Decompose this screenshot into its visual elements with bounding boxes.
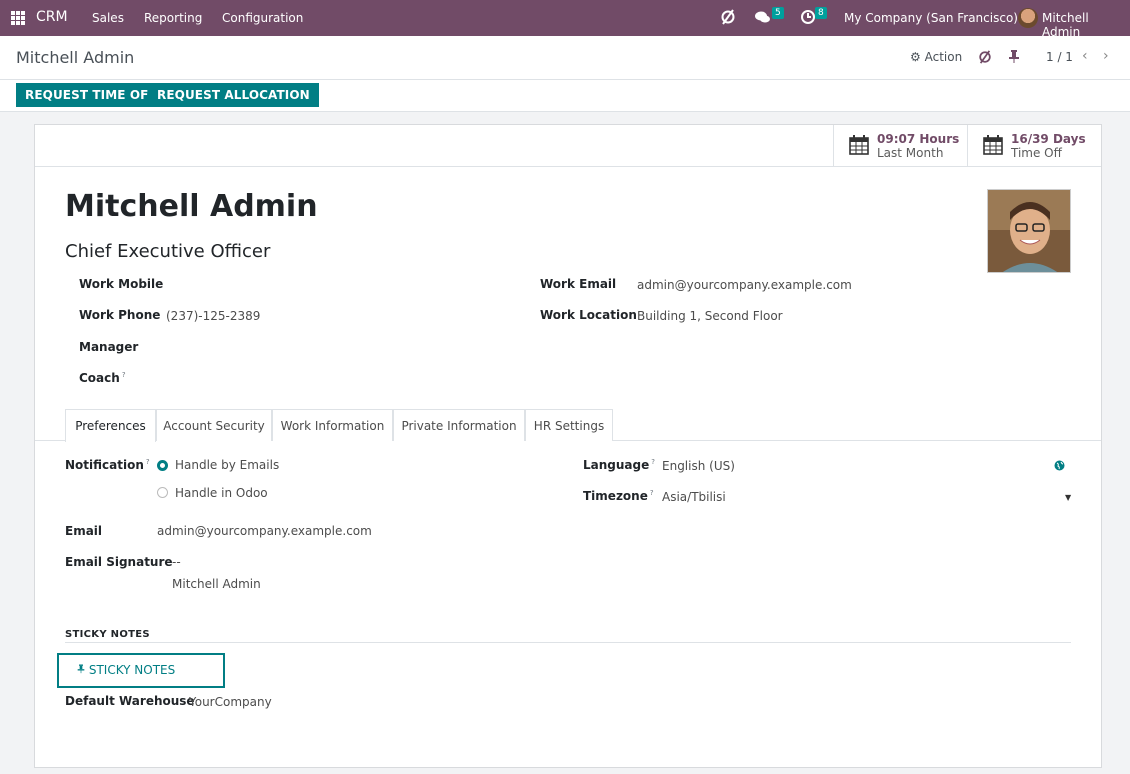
globe-icon[interactable]: [1054, 460, 1065, 474]
employee-name[interactable]: Mitchell Admin: [65, 189, 318, 224]
request-time-off-button[interactable]: REQUEST TIME OFF: [16, 83, 166, 107]
form-statusbar: REQUEST TIME OFF REQUEST ALLOCATION: [0, 80, 1130, 112]
action-label: Action: [924, 50, 963, 64]
notification-label: Notification?: [65, 458, 150, 472]
sticky-notes-button[interactable]: STICKY NOTES: [57, 653, 225, 688]
control-panel: Mitchell Admin ⚙ Action 1 / 1 ‹ ›: [0, 36, 1130, 80]
messages-count-badge: 5: [772, 7, 784, 19]
pager-value[interactable]: 1 / 1: [1046, 50, 1073, 64]
tab-preferences[interactable]: Preferences: [65, 409, 156, 442]
work-phone-label: Work Phone: [79, 308, 161, 322]
radio-label-odoo[interactable]: Handle in Odoo: [175, 486, 268, 500]
employee-job-title[interactable]: Chief Executive Officer: [65, 241, 270, 262]
manager-label: Manager: [79, 340, 139, 354]
debug-icon[interactable]: [720, 8, 736, 30]
calendar-icon: [849, 135, 869, 155]
reload-icon[interactable]: [978, 49, 992, 69]
default-warehouse-field[interactable]: YourCompany: [189, 695, 272, 709]
activities-icon[interactable]: [800, 8, 816, 30]
help-tooltip-icon[interactable]: ?: [650, 489, 654, 497]
coach-label: Coach?: [79, 371, 126, 385]
sticky-notes-section-title: STICKY NOTES: [65, 629, 150, 640]
smart-button-box: 09:07 Hours Last Month 16/39 Days Time O…: [35, 125, 1101, 167]
pin-icon[interactable]: [1008, 49, 1020, 67]
company-switcher[interactable]: My Company (San Francisco): [844, 11, 1018, 25]
email-signature-field[interactable]: Mitchell Admin: [172, 577, 261, 591]
pager-previous-icon[interactable]: ‹: [1082, 48, 1088, 64]
default-warehouse-label: Default Warehouse: [65, 694, 195, 708]
tab-private-information[interactable]: Private Information: [393, 409, 525, 441]
work-email-field[interactable]: admin@yourcompany.example.com: [637, 278, 852, 292]
user-avatar[interactable]: [1018, 8, 1038, 28]
chevron-down-icon[interactable]: ▼: [1065, 493, 1071, 502]
app-brand[interactable]: CRM: [36, 9, 68, 25]
menu-sales[interactable]: Sales: [92, 11, 124, 25]
help-tooltip-icon[interactable]: ?: [651, 458, 655, 466]
email-field[interactable]: admin@yourcompany.example.com: [157, 524, 372, 538]
stat-value: 16/39 Days: [1011, 132, 1086, 146]
action-menu-button[interactable]: ⚙ Action: [910, 50, 962, 64]
stat-label: Time Off: [1011, 146, 1062, 160]
work-mobile-label: Work Mobile: [79, 277, 164, 291]
language-label: Language?: [583, 458, 655, 472]
notebook-tabs: Preferences Account Security Work Inform…: [35, 409, 1101, 442]
work-email-label: Work Email: [540, 277, 617, 291]
help-tooltip-icon[interactable]: ?: [146, 458, 150, 466]
user-menu[interactable]: Mitchell Admin: [1042, 11, 1130, 39]
activities-count-badge: 8: [815, 7, 827, 19]
tab-work-information[interactable]: Work Information: [272, 409, 393, 441]
apps-menu-icon[interactable]: [11, 11, 25, 25]
work-location-field[interactable]: Building 1, Second Floor: [637, 309, 783, 323]
email-signature-separator[interactable]: --: [172, 555, 181, 569]
help-tooltip-icon[interactable]: ?: [122, 371, 126, 379]
timezone-select[interactable]: Asia/Tbilisi: [662, 490, 726, 504]
messages-icon[interactable]: [754, 8, 772, 30]
work-phone-field[interactable]: (237)-125-2389: [166, 309, 260, 323]
sticky-notes-label: STICKY NOTES: [88, 663, 176, 677]
timezone-label: Timezone?: [583, 489, 654, 503]
radio-handle-by-emails[interactable]: [157, 460, 168, 471]
radio-handle-in-odoo[interactable]: [157, 487, 168, 498]
stat-value: 09:07 Hours: [877, 132, 960, 146]
tab-hr-settings[interactable]: HR Settings: [525, 409, 613, 441]
language-field[interactable]: English (US): [662, 459, 735, 473]
breadcrumb: Mitchell Admin: [16, 48, 135, 67]
request-allocation-button[interactable]: REQUEST ALLOCATION: [148, 83, 319, 107]
gear-icon: ⚙: [910, 50, 921, 64]
menu-configuration[interactable]: Configuration: [222, 11, 303, 25]
pager-next-icon[interactable]: ›: [1103, 48, 1109, 64]
section-divider: [65, 642, 1071, 643]
stat-label: Last Month: [877, 146, 944, 160]
employee-photo[interactable]: [987, 189, 1071, 273]
attendance-stat-button[interactable]: 09:07 Hours Last Month: [833, 125, 967, 166]
top-navbar: CRM Sales Reporting Configuration 5 8 My…: [0, 0, 1130, 39]
work-location-label: Work Location: [540, 308, 637, 322]
pin-icon: [77, 663, 89, 677]
time-off-stat-button[interactable]: 16/39 Days Time Off: [967, 125, 1101, 166]
email-signature-label: Email Signature: [65, 555, 173, 569]
form-sheet: 09:07 Hours Last Month 16/39 Days Time O…: [34, 124, 1102, 768]
menu-reporting[interactable]: Reporting: [144, 11, 202, 25]
radio-label-emails[interactable]: Handle by Emails: [175, 458, 279, 472]
tab-account-security[interactable]: Account Security: [156, 409, 272, 441]
calendar-icon: [983, 135, 1003, 155]
email-label: Email: [65, 524, 103, 538]
